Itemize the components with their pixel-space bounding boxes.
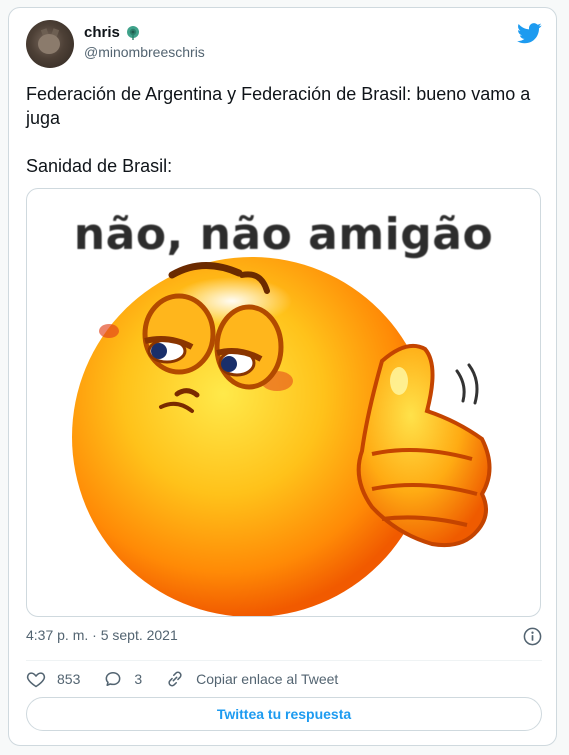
info-icon[interactable] bbox=[523, 627, 542, 646]
reply-count: 3 bbox=[134, 671, 143, 687]
tweet-actions: 853 3 Copiar enlace al Tweet bbox=[26, 669, 361, 689]
author-name[interactable]: chris bbox=[84, 24, 120, 41]
divider bbox=[26, 660, 542, 661]
reply-count-button[interactable]: 3 bbox=[103, 669, 142, 689]
tweet-text: Federación de Argentina y Federación de … bbox=[26, 84, 531, 176]
avatar[interactable] bbox=[26, 20, 74, 68]
peacock-emoji-icon bbox=[126, 25, 139, 40]
tweet-header: chris @minombreeschris bbox=[26, 20, 542, 70]
tweet-timestamp[interactable]: 4:37 p. m. · 5 sept. 2021 bbox=[26, 627, 178, 643]
heart-icon bbox=[26, 672, 46, 688]
link-icon bbox=[168, 671, 182, 687]
twitter-bird-icon[interactable] bbox=[517, 23, 542, 44]
author-name-row: chris bbox=[84, 24, 141, 41]
copy-link-label: Copiar enlace al Tweet bbox=[196, 671, 339, 687]
reply-bubble-icon bbox=[105, 672, 121, 686]
like-button[interactable]: 853 bbox=[26, 669, 80, 689]
copy-link-button[interactable]: Copiar enlace al Tweet bbox=[165, 669, 338, 689]
media-caption: não, não amigão bbox=[73, 209, 494, 260]
reply-button[interactable]: Twittea tu respuesta bbox=[26, 697, 542, 731]
like-count: 853 bbox=[57, 671, 81, 687]
author-handle[interactable]: @minombreeschris bbox=[84, 44, 205, 60]
tweet-card: chris @minombreeschris Federación de Arg… bbox=[8, 7, 557, 746]
timestamp-row: 4:37 p. m. · 5 sept. 2021 bbox=[26, 627, 542, 647]
tweet-media[interactable]: não, não amigão bbox=[26, 188, 541, 617]
